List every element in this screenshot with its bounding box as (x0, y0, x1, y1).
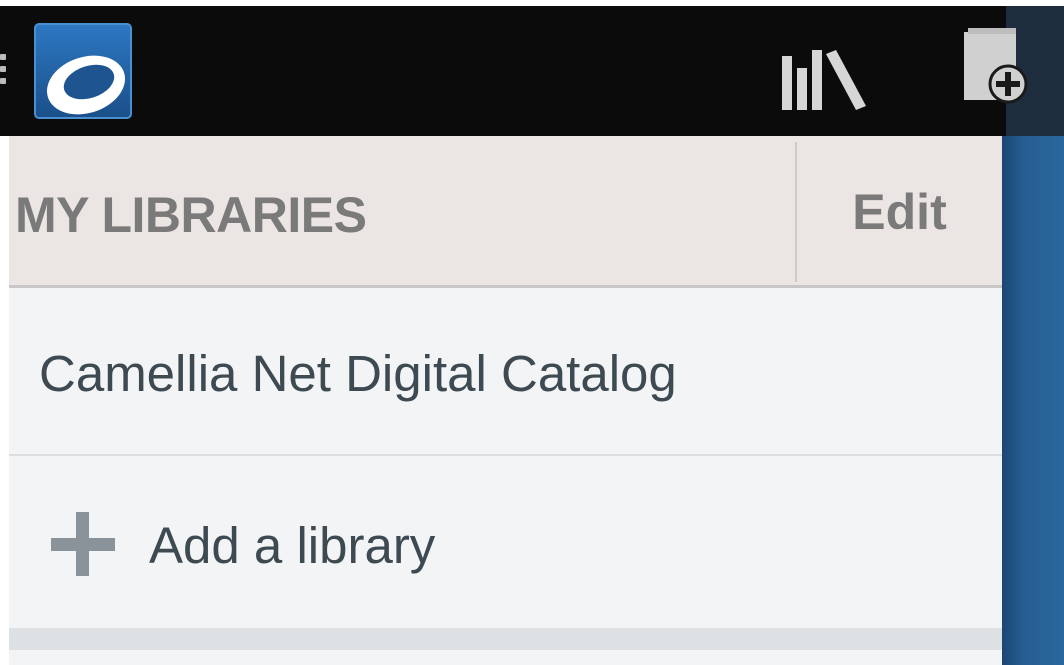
library-name: Camellia Net Digital Catalog (39, 345, 677, 402)
add-library-label: Add a library (149, 517, 436, 574)
section-header: MY LIBRARIES Edit (9, 136, 1002, 288)
add-library-button[interactable]: Add a library (9, 456, 1002, 628)
overdrive-logo-icon[interactable] (34, 23, 132, 119)
overflow-menu-icon[interactable] (0, 54, 8, 94)
content-behind-drawer (1002, 136, 1064, 665)
library-drawer: MY LIBRARIES Edit Camellia Net Digital C… (9, 136, 1002, 665)
list-divider (9, 628, 1002, 650)
add-title-icon[interactable] (958, 26, 1030, 106)
action-bar (0, 6, 1006, 136)
edit-button[interactable]: Edit (797, 142, 1002, 282)
plus-icon (51, 512, 115, 576)
bookshelf-icon[interactable] (780, 48, 872, 110)
app-screen: MY LIBRARIES Edit Camellia Net Digital C… (0, 0, 1064, 665)
library-list-item[interactable]: Camellia Net Digital Catalog (9, 288, 1002, 456)
section-title: MY LIBRARIES (15, 187, 367, 243)
